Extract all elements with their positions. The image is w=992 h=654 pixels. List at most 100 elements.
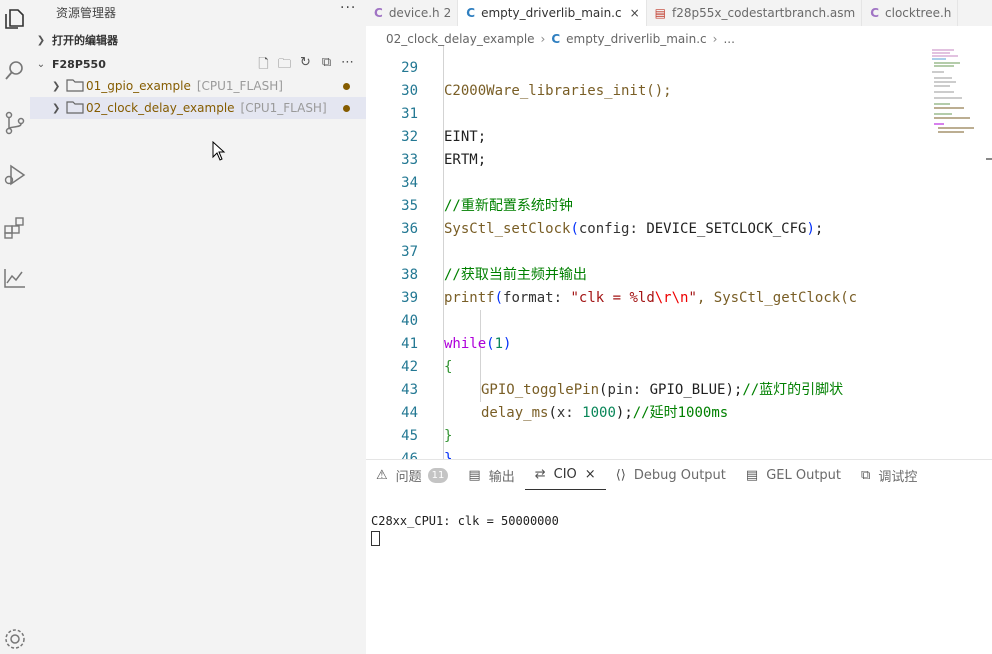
code-line: 34 //重新配置系统时钟 <box>401 175 573 214</box>
explorer-icon[interactable] <box>2 6 28 32</box>
editor-tabs: C device.h 2 C empty_driverlib_main.c × … <box>366 0 992 26</box>
code-line: 30 <box>401 83 418 99</box>
terminal-cursor[interactable] <box>371 531 380 546</box>
folder-icon <box>66 78 86 95</box>
console-output-line: C28xx_CPU1: clk = 50000000 <box>371 514 559 528</box>
new-file-icon[interactable]: 🗋 <box>255 55 272 77</box>
tab-label: CIO <box>553 467 577 482</box>
tab-codestartbranch-asm[interactable]: ▤ f28p55x_codestartbranch.asm <box>647 0 863 26</box>
source-control-icon[interactable] <box>2 110 28 136</box>
explorer-title: 资源管理器 <box>56 6 117 20</box>
explorer-sidebar: 资源管理器 ··· ❯ 打开的编辑器 ⌄ F28P550 🗋 🗀 ↻ ⧉ ⋯ ❯… <box>30 0 366 654</box>
asm-file-icon: ▤ <box>654 6 666 20</box>
c-file-icon: C <box>466 6 476 20</box>
code-line: 45 } <box>401 428 453 459</box>
tab-empty-driverlib-main[interactable]: C empty_driverlib_main.c × <box>458 0 647 26</box>
mouse-pointer-icon <box>212 140 226 165</box>
chevron-right-icon: › <box>540 32 546 46</box>
chevron-right-icon: › <box>712 32 718 46</box>
tree-item-clock-delay-example[interactable]: ❯ 02_clock_delay_example [CPU1_FLASH] <box>30 97 366 119</box>
chart-icon[interactable] <box>2 265 28 291</box>
tab-debug-console[interactable]: ⧉ 调试控 <box>851 460 927 490</box>
activity-bar <box>0 0 30 654</box>
problem-count-badge: 2 <box>443 6 452 20</box>
project-label: F28P550 <box>52 57 106 71</box>
chevron-right-icon: ❯ <box>36 34 46 46</box>
output-icon: ▤ <box>745 467 759 483</box>
code-line: 31 EINT; <box>401 106 487 145</box>
c-file-icon: C <box>551 32 561 46</box>
tab-label: f28p55x_codestartbranch.asm <box>672 6 856 20</box>
modified-dot <box>343 105 350 112</box>
breadcrumb-file[interactable]: empty_driverlib_main.c <box>566 32 706 46</box>
tab-clocktree-h[interactable]: C clocktree.h <box>862 0 959 26</box>
bottom-panel: ⚠ 问题 11 ▤ 输出 ⇄ CIO × ⟨⟩ Debug Output ▤ G… <box>366 459 992 654</box>
code-editor[interactable]: 29 C2000Ware_libraries_init(); 30 31 EIN… <box>366 46 926 459</box>
tree-item-label: 01_gpio_example <box>86 79 191 93</box>
tab-problems[interactable]: ⚠ 问题 11 <box>366 460 458 490</box>
tab-label: Debug Output <box>633 467 726 483</box>
explorer-toolbar: 🗋 🗀 ↻ ⧉ ⋯ <box>255 55 356 77</box>
c-file-icon: C <box>870 6 880 20</box>
close-icon[interactable]: × <box>630 6 640 20</box>
tab-label: clocktree.h <box>885 6 952 20</box>
tree-item-label: 02_clock_delay_example <box>86 101 235 115</box>
tree-item-tag: [CPU1_FLASH] <box>196 79 283 93</box>
code-line: 36 <box>401 221 418 237</box>
more-actions-icon[interactable]: ··· <box>340 0 356 16</box>
tab-label: empty_driverlib_main.c <box>481 6 622 20</box>
tree-item-tag: [CPU1_FLASH] <box>240 101 327 115</box>
problems-count-badge: 11 <box>427 467 449 483</box>
modified-dot <box>343 83 350 90</box>
more-icon[interactable]: ⋯ <box>339 55 356 77</box>
close-icon[interactable]: × <box>585 467 596 482</box>
breadcrumb-folder[interactable]: 02_clock_delay_example <box>386 32 535 46</box>
code-line: 42 GPIO_togglePin(pin: GPIO_BLUE);//蓝灯的引… <box>401 359 844 398</box>
console-icon: ⧉ <box>861 467 871 483</box>
code-line: 38 printf(format: "clk = %ld\r\n", SysCt… <box>401 267 858 306</box>
code-line: 46 <box>401 451 418 459</box>
search-icon[interactable] <box>2 57 28 83</box>
chevron-right-icon: ❯ <box>52 80 61 92</box>
tab-label: 调试控 <box>878 469 918 485</box>
new-folder-icon[interactable]: 🗀 <box>276 55 293 77</box>
breadcrumb-more[interactable]: ... <box>723 32 734 46</box>
tab-gel-output[interactable]: ▤ GEL Output <box>736 460 851 490</box>
warning-icon: ⚠ <box>376 467 388 483</box>
code-line: 37 //获取当前主频并输出 <box>401 244 587 283</box>
output-icon: ▤ <box>468 467 481 483</box>
tab-label: device.h <box>388 6 440 20</box>
collapse-all-icon[interactable]: ⧉ <box>318 55 335 77</box>
code-line: 35 SysCtl_setClock(config: DEVICE_SETCLO… <box>401 198 824 237</box>
open-editors-label: 打开的编辑器 <box>52 34 118 47</box>
open-editors-section[interactable]: ❯ 打开的编辑器 <box>30 29 366 51</box>
tab-output[interactable]: ▤ 输出 <box>458 460 524 490</box>
tab-device-h[interactable]: C device.h 2 <box>366 0 459 26</box>
code-line: 39 <box>401 290 418 306</box>
code-icon: ⟨⟩ <box>615 467 626 483</box>
tab-debug-output[interactable]: ⟨⟩ Debug Output <box>606 460 736 490</box>
folder-icon <box>66 100 86 117</box>
settings-gear-icon[interactable] <box>2 626 28 652</box>
tab-cio[interactable]: ⇄ CIO × <box>524 460 606 490</box>
refresh-icon[interactable]: ↻ <box>297 55 314 77</box>
tree-item-gpio-example[interactable]: ❯ 01_gpio_example [CPU1_FLASH] <box>30 75 366 97</box>
chevron-right-icon: ❯ <box>52 102 61 114</box>
code-line: 41 { <box>401 336 453 375</box>
code-line: 33 <box>401 152 418 168</box>
code-line: 32 ERTM; <box>401 129 487 168</box>
tab-label: 问题 <box>395 469 422 485</box>
tab-label: GEL Output <box>766 467 842 483</box>
c-file-icon: C <box>374 6 383 20</box>
code-line: 44 } <box>401 405 453 444</box>
tab-label: 输出 <box>488 469 515 485</box>
code-line: 43 delay_ms(x: 1000);//延时1000ms <box>401 382 729 421</box>
minimap[interactable] <box>924 46 984 146</box>
scrollbar-thumb[interactable] <box>986 158 992 160</box>
panel-tabs: ⚠ 问题 11 ▤ 输出 ⇄ CIO × ⟨⟩ Debug Output ▤ G… <box>366 460 992 490</box>
chevron-down-icon: ⌄ <box>36 58 46 70</box>
extensions-icon[interactable] <box>2 214 28 240</box>
code-line: 40 while(1) <box>401 313 512 352</box>
swap-icon: ⇄ <box>534 467 546 482</box>
run-debug-icon[interactable] <box>2 162 28 188</box>
